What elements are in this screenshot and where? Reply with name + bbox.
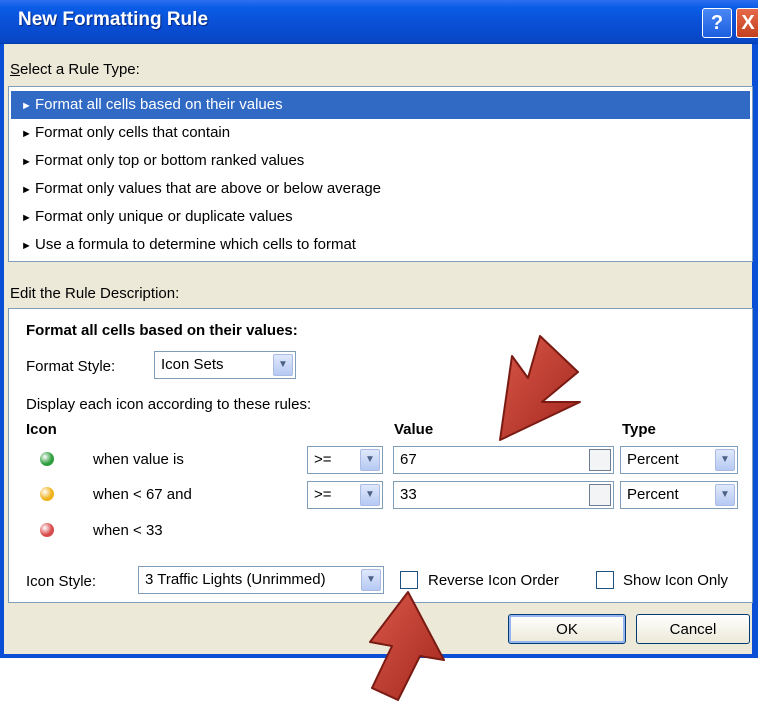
annotation-overlay: [369, 335, 581, 701]
annotation-arrow-icon: [499, 335, 581, 441]
annotation-arrow-icon: [369, 591, 445, 701]
